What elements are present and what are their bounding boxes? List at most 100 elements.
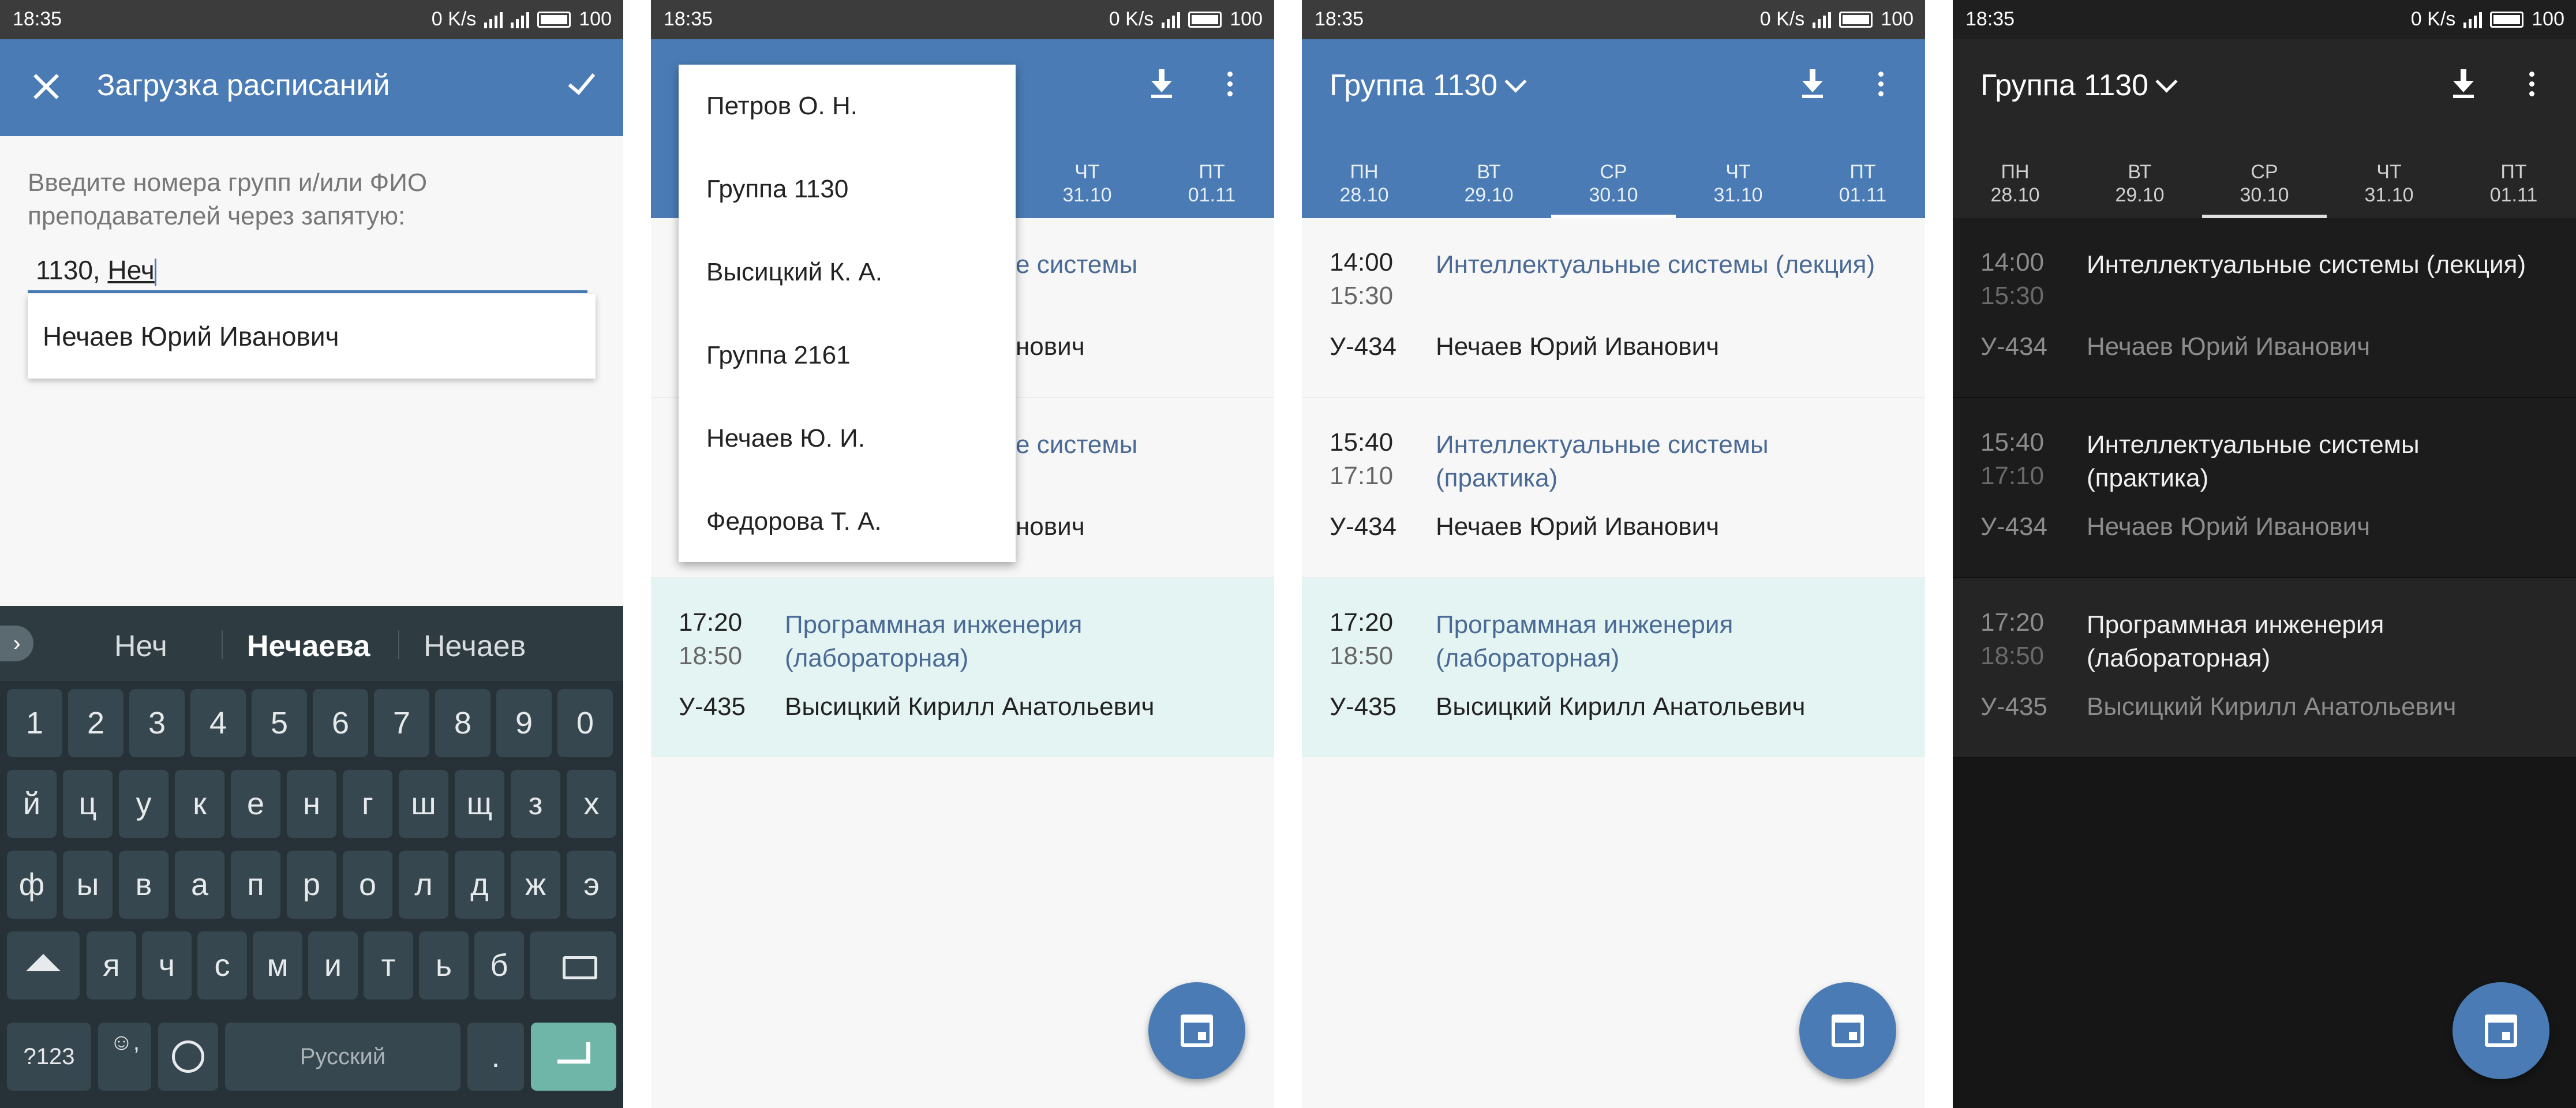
symbols-key[interactable]: ?123 — [7, 1023, 91, 1091]
lesson-teacher: Высицкий Кирилл Анатольевич — [1436, 692, 1806, 721]
key-row_numbers-9[interactable]: 0 — [557, 689, 613, 757]
tab-mon[interactable]: ПН 28.10 — [1302, 136, 1426, 218]
emoji-key[interactable]: ☺, — [98, 1023, 151, 1091]
confirm-icon[interactable] — [563, 66, 598, 100]
key-row2-4[interactable]: п — [231, 851, 280, 919]
backspace-key[interactable] — [544, 931, 616, 1000]
lesson-card[interactable]: 14:00 15:30 Интеллектуальные системы (ле… — [1953, 218, 2576, 398]
lesson-card[interactable]: 17:20 18:50 Программная инженерия (лабор… — [1953, 578, 2576, 758]
key-row_numbers-4[interactable]: 5 — [252, 689, 307, 757]
period-key[interactable]: . — [467, 1023, 524, 1091]
tab-tue[interactable]: ВТ 29.10 — [2077, 136, 2202, 218]
day-tabs: ПН 28.10 ВТ 29.10 СР 30.10 ЧТ 31.10 ПТ 01.11 — [1953, 136, 2576, 218]
key-row2-9[interactable]: ж — [511, 851, 560, 919]
lesson-card[interactable]: 14:00 15:30 Интеллектуальные системы (ле… — [1302, 218, 1925, 398]
more-icon[interactable] — [2511, 63, 2552, 104]
key-row1-0[interactable]: й — [7, 770, 57, 838]
download-icon[interactable] — [2443, 63, 2484, 104]
key-row3-1[interactable]: ч — [142, 931, 192, 1000]
menu-item[interactable]: Петров О. Н. — [679, 65, 1016, 148]
key-row2-5[interactable]: р — [287, 851, 336, 919]
group-selector[interactable]: Группа 1130 — [1330, 68, 1527, 103]
key-row2-3[interactable]: а — [175, 851, 224, 919]
key-row1-5[interactable]: н — [287, 770, 336, 838]
tab-fri[interactable]: ПТ 01.11 — [2451, 136, 2576, 218]
key-row_numbers-1[interactable]: 2 — [68, 689, 123, 757]
tab-thu[interactable]: ЧТ 31.10 — [2327, 136, 2451, 218]
lesson-card[interactable]: 15:40 17:10 Интеллектуальные системы (пр… — [1953, 398, 2576, 578]
key-row_numbers-6[interactable]: 7 — [374, 689, 429, 757]
menu-item[interactable]: Группа 1130 — [679, 148, 1016, 231]
key-row3-3[interactable]: м — [253, 931, 302, 1000]
tab-tue[interactable]: ВТ 29.10 — [1426, 136, 1551, 218]
menu-item[interactable]: Федорова Т. А. — [679, 480, 1016, 563]
group-selector[interactable]: Группа 1130 — [1980, 68, 2178, 103]
download-icon[interactable] — [1792, 63, 1833, 104]
calendar-button[interactable] — [2453, 982, 2549, 1079]
key-row1-2[interactable]: у — [119, 770, 169, 838]
key-row_numbers-2[interactable]: 3 — [129, 689, 185, 757]
word-suggestion[interactable]: Неч — [114, 629, 167, 664]
key-row_numbers-7[interactable]: 8 — [435, 689, 491, 757]
word-suggestion[interactable]: Нечаев — [424, 629, 526, 664]
space-key[interactable]: Русский — [225, 1023, 460, 1091]
chevron-right-icon[interactable]: › — [0, 626, 33, 661]
key-row3-2[interactable]: с — [197, 931, 247, 1000]
language-key[interactable] — [158, 1023, 218, 1091]
backspace-icon — [563, 956, 597, 979]
key-row1-9[interactable]: з — [511, 770, 560, 838]
key-row1-8[interactable]: щ — [455, 770, 504, 838]
calendar-button[interactable] — [1799, 982, 1896, 1079]
status-bar: 18:35 0 K/s 100 — [1302, 0, 1925, 39]
lesson-card[interactable]: 17:20 18:50 Программная инженерия (лабор… — [651, 578, 1274, 757]
tab-fri[interactable]: ПТ 01.11 — [1150, 136, 1274, 218]
key-row_numbers-3[interactable]: 4 — [190, 689, 246, 757]
autocomplete-suggestion[interactable]: Нечаев Юрий Иванович — [28, 294, 596, 379]
word-suggestion[interactable]: Нечаева — [247, 629, 370, 664]
groups-input[interactable]: 1130, Неч — [28, 247, 587, 293]
lesson-card[interactable]: 17:20 18:50 Программная инженерия (лабор… — [1302, 578, 1925, 757]
key-row2-8[interactable]: д — [455, 851, 504, 919]
key-row3-0[interactable]: я — [87, 931, 136, 1000]
tab-thu[interactable]: ЧТ 31.10 — [1676, 136, 1800, 218]
key-row_numbers-8[interactable]: 9 — [496, 689, 552, 757]
lesson-subject: Интеллектуальные системы (практика) — [2087, 431, 2420, 492]
menu-item[interactable]: Высицкий К. А. — [679, 231, 1016, 314]
tab-mon[interactable]: ПН 28.10 — [1953, 136, 2077, 218]
key-row3-5[interactable]: т — [364, 931, 413, 1000]
key-row3-4[interactable]: и — [308, 931, 358, 1000]
more-icon[interactable] — [1210, 63, 1250, 104]
tab-fri[interactable]: ПТ 01.11 — [1800, 136, 1925, 218]
key-row3-6[interactable]: ь — [419, 931, 469, 1000]
key-row2-10[interactable]: э — [567, 851, 616, 919]
menu-item[interactable]: Нечаев Ю. И. — [679, 397, 1016, 480]
tab-day: ЧТ — [1725, 161, 1751, 183]
key-row2-1[interactable]: ы — [63, 851, 113, 919]
more-icon[interactable] — [1860, 63, 1901, 104]
key-row2-2[interactable]: в — [119, 851, 169, 919]
tab-date: 01.11 — [1188, 184, 1236, 206]
key-row1-1[interactable]: ц — [63, 770, 113, 838]
key-row1-4[interactable]: е — [231, 770, 280, 838]
key-row2-7[interactable]: л — [399, 851, 448, 919]
calendar-button[interactable] — [1148, 982, 1245, 1079]
lesson-subject: Интеллектуальные системы (лекция) — [2087, 250, 2526, 279]
key-row2-0[interactable]: ф — [7, 851, 57, 919]
menu-item[interactable]: Группа 2161 — [679, 314, 1016, 397]
key-row1-6[interactable]: г — [343, 770, 392, 838]
key-row1-3[interactable]: к — [175, 770, 224, 838]
key-row3-7[interactable]: б — [474, 931, 524, 1000]
key-row1-10[interactable]: х — [567, 770, 616, 838]
key-row_numbers-0[interactable]: 1 — [7, 689, 62, 757]
download-icon[interactable] — [1141, 63, 1182, 104]
enter-key[interactable] — [531, 1023, 616, 1091]
tab-wed[interactable]: СР 30.10 — [1551, 136, 1676, 218]
tab-thu[interactable]: ЧТ 31.10 — [1025, 136, 1150, 218]
key-row1-7[interactable]: ш — [399, 770, 448, 838]
key-row2-6[interactable]: о — [343, 851, 392, 919]
key-row_numbers-5[interactable]: 6 — [313, 689, 368, 757]
tab-wed[interactable]: СР 30.10 — [2202, 136, 2327, 218]
lesson-card[interactable]: 15:40 17:10 Интеллектуальные системы (пр… — [1302, 398, 1925, 578]
shift-key[interactable] — [7, 931, 80, 1000]
close-icon[interactable] — [29, 69, 63, 104]
